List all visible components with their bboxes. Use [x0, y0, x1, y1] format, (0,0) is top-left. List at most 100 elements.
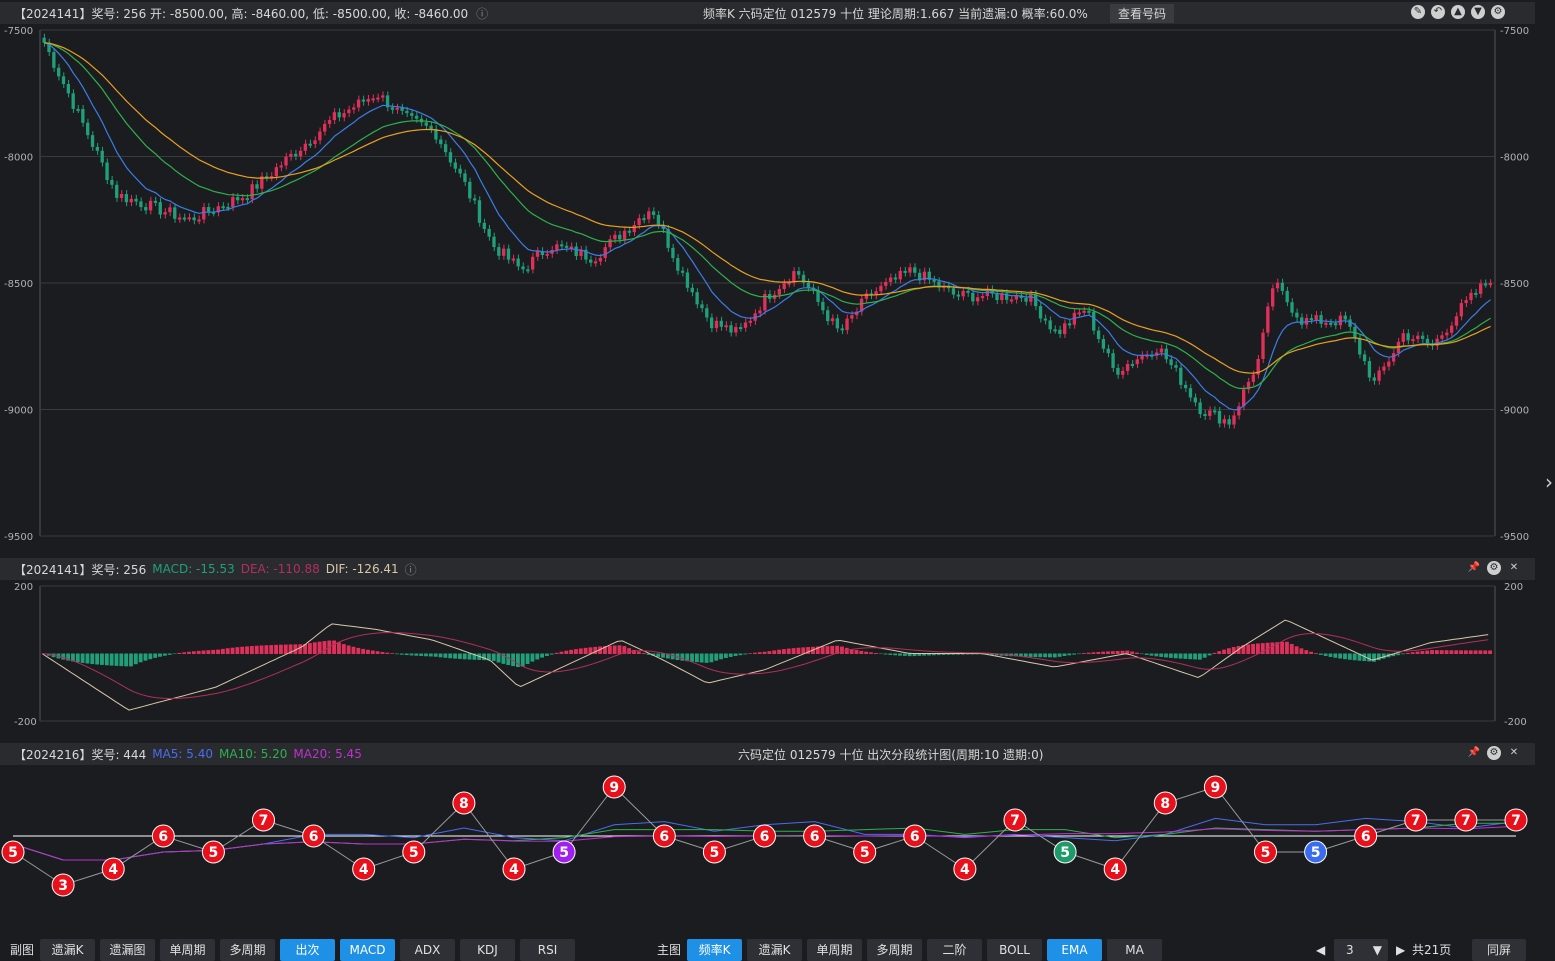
sub-chart-button-7[interactable]: KDJ: [460, 939, 515, 961]
macd-bar: [1338, 653, 1343, 659]
stat-point-label: 6: [1361, 829, 1371, 845]
macd-bar: [1256, 643, 1260, 654]
stat-point[interactable]: 8: [1153, 791, 1177, 815]
sub-chart-button-8[interactable]: RSI: [520, 939, 575, 961]
candle-body: [1251, 374, 1256, 382]
main-chart-button-5[interactable]: BOLL: [987, 939, 1042, 961]
stat-point[interactable]: 6: [903, 824, 927, 848]
macd-bar: [1197, 653, 1202, 660]
stat-point[interactable]: 5: [201, 840, 225, 864]
stat-point[interactable]: 6: [1354, 824, 1378, 848]
candle-body: [1232, 415, 1236, 425]
stat-point[interactable]: 9: [1203, 775, 1227, 799]
candle-body: [560, 244, 564, 247]
stat-point-label: 6: [158, 829, 168, 845]
main-chart-button-4[interactable]: 二阶: [927, 939, 982, 961]
stat-point[interactable]: 8: [452, 791, 476, 815]
main-chart-button-0[interactable]: 频率K: [687, 939, 742, 961]
macd-settings-icon[interactable]: ⚙: [1487, 561, 1501, 575]
stat-point[interactable]: 4: [101, 857, 125, 881]
macd-bar: [709, 653, 714, 663]
stat-point[interactable]: 6: [302, 824, 326, 848]
same-screen-button[interactable]: 同屏: [1472, 939, 1526, 961]
stat-point[interactable]: 7: [1404, 808, 1428, 832]
stat-point[interactable]: 9: [602, 775, 626, 799]
expand-arrow-icon[interactable]: ›: [1545, 470, 1553, 494]
stat-point[interactable]: 4: [352, 857, 376, 881]
stat-point[interactable]: 7: [1003, 808, 1027, 832]
candle-body: [1116, 367, 1120, 375]
main-chart-button-6[interactable]: EMA: [1047, 939, 1102, 961]
stat-settings-icon[interactable]: ⚙: [1487, 746, 1501, 760]
candle-body: [564, 245, 569, 248]
main-chart-button-1[interactable]: 遗漏K: [747, 939, 802, 961]
stat-point[interactable]: 5: [1, 840, 25, 864]
stat-point[interactable]: 5: [1254, 840, 1277, 864]
stat-point[interactable]: 5: [1304, 840, 1328, 864]
candle-body: [206, 207, 211, 212]
stat-point[interactable]: 7: [1454, 808, 1478, 832]
candle-body: [221, 206, 225, 209]
stat-point[interactable]: 7: [252, 808, 275, 832]
edit-icon[interactable]: ✎: [1411, 5, 1425, 19]
sub-chart-button-2[interactable]: 单周期: [160, 939, 215, 961]
sub-chart-button-5[interactable]: MACD: [340, 939, 395, 961]
sub-chart-button-1[interactable]: 遗漏图: [100, 939, 155, 961]
macd-bar: [196, 650, 201, 654]
macd-bar: [1454, 650, 1459, 654]
macd-help-icon[interactable]: ⓘ: [405, 561, 417, 578]
page-select[interactable]: 3 ▼: [1334, 939, 1388, 961]
stat-pin-icon[interactable]: 📌: [1467, 746, 1481, 760]
stat-point[interactable]: 5: [402, 840, 426, 864]
candle-body: [864, 293, 869, 299]
stat-point[interactable]: 5: [702, 840, 726, 864]
stat-point[interactable]: 5: [1053, 840, 1077, 864]
sub-chart-button-0[interactable]: 遗漏K: [40, 939, 95, 961]
stat-point[interactable]: 4: [953, 857, 977, 881]
macd-close-icon[interactable]: ✕: [1507, 561, 1521, 575]
stat-point[interactable]: 6: [753, 824, 776, 848]
main-chart-button-7[interactable]: MA: [1107, 939, 1162, 961]
stat-point[interactable]: 6: [652, 824, 676, 848]
stat-point[interactable]: 6: [151, 824, 175, 848]
sub-chart-button-6[interactable]: ADX: [400, 939, 455, 961]
stat-point[interactable]: 3: [51, 873, 75, 897]
ema-line: [44, 42, 1491, 390]
candle-body: [651, 211, 656, 215]
main-chart-button-2[interactable]: 单周期: [807, 939, 862, 961]
candle-body: [637, 218, 641, 226]
macd-bar: [1149, 653, 1154, 656]
candle-body: [1474, 292, 1478, 295]
candle-body: [709, 317, 714, 329]
main-toolbar-icons: ✎ ↶ ▲ ▼ ⚙: [1411, 5, 1505, 19]
stat-point[interactable]: 5: [552, 840, 576, 864]
macd-bar: [158, 653, 162, 657]
candle-body: [1101, 339, 1106, 349]
candle-body: [405, 110, 409, 114]
stat-point[interactable]: 5: [853, 840, 877, 864]
candle-body: [492, 236, 496, 248]
macd-bar: [133, 653, 138, 665]
down-icon[interactable]: ▼: [1471, 5, 1485, 19]
stat-point[interactable]: 4: [502, 857, 526, 881]
pin-icon[interactable]: 📌: [1467, 561, 1481, 575]
macd-bar: [278, 644, 283, 654]
sub-chart-button-4[interactable]: 出次: [280, 939, 335, 961]
prev-page-icon[interactable]: ◀: [1316, 939, 1325, 961]
candle-body: [81, 108, 85, 123]
macd-bar: [433, 653, 438, 657]
stat-close-icon[interactable]: ✕: [1507, 746, 1521, 760]
up-icon[interactable]: ▲: [1451, 5, 1465, 19]
stat-point[interactable]: 7: [1504, 808, 1528, 832]
settings-icon[interactable]: ⚙: [1491, 5, 1505, 19]
sub-chart-button-3[interactable]: 多周期: [220, 939, 275, 961]
stat-point[interactable]: 6: [803, 824, 827, 848]
help-icon[interactable]: ⓘ: [476, 5, 488, 22]
main-chart-button-3[interactable]: 多周期: [867, 939, 922, 961]
back-icon[interactable]: ↶: [1431, 5, 1445, 19]
next-page-icon[interactable]: ▶: [1396, 939, 1405, 961]
macd-bar: [129, 653, 133, 667]
stat-point[interactable]: 4: [1103, 857, 1127, 881]
view-numbers-button[interactable]: 查看号码: [1110, 3, 1175, 23]
candle-body: [845, 318, 849, 331]
